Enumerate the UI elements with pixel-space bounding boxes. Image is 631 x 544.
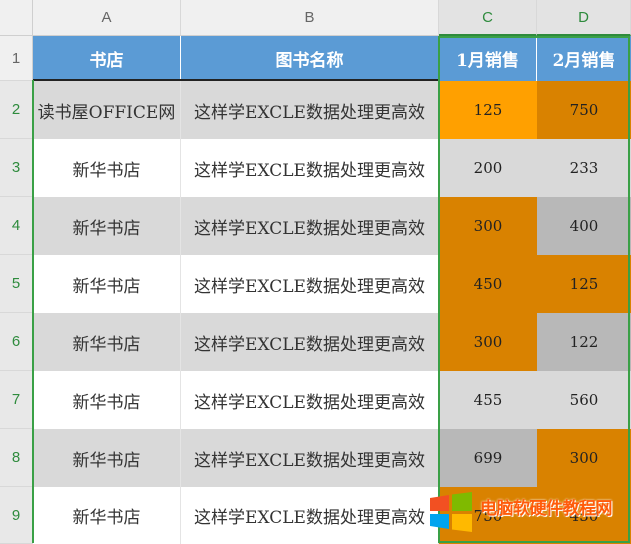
windows-logo-icon [430,492,472,532]
cell-book-title[interactable]: 这样学EXCLE数据处理更高效 [181,197,439,255]
select-all-corner[interactable] [0,0,33,36]
cell-book-title[interactable]: 这样学EXCLE数据处理更高效 [181,429,439,487]
column-header-b[interactable]: B [181,0,439,36]
header-cell-feb-sales[interactable]: 2月销售 [537,36,631,81]
cell-jan-sales[interactable]: 455 [439,371,537,429]
cell-book-title[interactable]: 这样学EXCLE数据处理更高效 [181,81,439,139]
cell-book-title[interactable]: 这样学EXCLE数据处理更高效 [181,371,439,429]
cell-store[interactable]: 新华书店 [33,313,181,371]
column-header-c[interactable]: C [439,0,537,36]
column-header-d[interactable]: D [537,0,631,36]
cell-feb-sales[interactable]: 300 [537,429,631,487]
header-cell-jan-sales[interactable]: 1月销售 [439,36,537,81]
cell-jan-sales[interactable]: 125 [439,81,537,139]
cell-jan-sales[interactable]: 300 [439,197,537,255]
cell-feb-sales[interactable]: 122 [537,313,631,371]
row-header-3[interactable]: 3 [0,139,33,197]
cell-feb-sales[interactable]: 560 [537,371,631,429]
selection-left-edge [32,80,34,543]
cell-book-title[interactable]: 这样学EXCLE数据处理更高效 [181,139,439,197]
watermark-text: 电脑软硬件教程网 [480,499,613,519]
spreadsheet-grid: A B C D 1 书店 图书名称 1月销售 2月销售 2 读书屋OFFICE网这… [0,0,631,544]
site-watermark: 电脑软硬件教程网 [426,488,631,536]
cell-store[interactable]: 新华书店 [33,139,181,197]
cell-feb-sales[interactable]: 750 [537,81,631,139]
column-header-a[interactable]: A [33,0,181,36]
cell-feb-sales[interactable]: 400 [537,197,631,255]
cell-store[interactable]: 新华书店 [33,197,181,255]
row-header-8[interactable]: 8 [0,429,33,487]
cell-jan-sales[interactable]: 300 [439,313,537,371]
cell-store[interactable]: 新华书店 [33,255,181,313]
cell-book-title[interactable]: 这样学EXCLE数据处理更高效 [181,313,439,371]
row-header-9[interactable]: 9 [0,487,33,544]
cell-store[interactable]: 新华书店 [33,429,181,487]
cell-store[interactable]: 新华书店 [33,487,181,544]
row-header-6[interactable]: 6 [0,313,33,371]
row-header-1[interactable]: 1 [0,36,33,81]
header-cell-store[interactable]: 书店 [33,36,181,81]
cell-jan-sales[interactable]: 699 [439,429,537,487]
cell-store[interactable]: 新华书店 [33,371,181,429]
cell-feb-sales[interactable]: 125 [537,255,631,313]
cell-jan-sales[interactable]: 200 [439,139,537,197]
cell-book-title[interactable]: 这样学EXCLE数据处理更高效 [181,255,439,313]
row-header-5[interactable]: 5 [0,255,33,313]
cell-jan-sales[interactable]: 450 [439,255,537,313]
row-header-2[interactable]: 2 [0,81,33,139]
cell-store[interactable]: 读书屋OFFICE网 [33,81,181,139]
cell-feb-sales[interactable]: 233 [537,139,631,197]
header-cell-book-title[interactable]: 图书名称 [181,36,439,81]
row-header-7[interactable]: 7 [0,371,33,429]
row-header-4[interactable]: 4 [0,197,33,255]
header-bottom-border [33,79,439,81]
cell-book-title[interactable]: 这样学EXCLE数据处理更高效 [181,487,439,544]
